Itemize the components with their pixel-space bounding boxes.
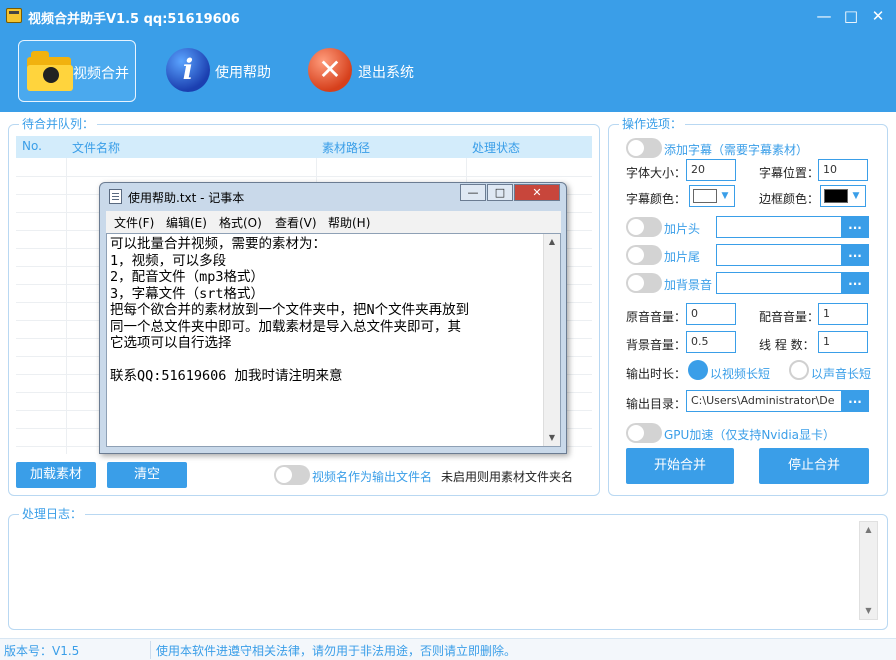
menu-view[interactable]: 查看(V) xyxy=(275,214,317,231)
menu-file[interactable]: 文件(F) xyxy=(114,214,154,231)
col-path[interactable]: 素材路径 xyxy=(322,139,370,156)
col-no[interactable]: No. xyxy=(22,139,42,153)
log-scrollbar[interactable]: ▲ ▼ xyxy=(859,521,878,620)
duration-audio-label: 以声音长短 xyxy=(811,367,872,381)
threads-label: 线 程 数： xyxy=(759,338,815,352)
intro-path-input[interactable] xyxy=(716,216,842,238)
subtitle-position-input[interactable]: 10 xyxy=(818,159,868,181)
scroll-down-icon[interactable]: ▼ xyxy=(860,603,877,619)
font-color-picker[interactable]: ▼ xyxy=(689,185,735,207)
help-button[interactable]: i 使用帮助 xyxy=(158,40,288,102)
orig-volume-input[interactable]: 0 xyxy=(686,303,736,325)
threads-input[interactable]: 1 xyxy=(818,331,868,353)
col-status[interactable]: 处理状态 xyxy=(472,139,520,156)
maximize-icon[interactable]: □ xyxy=(841,6,861,26)
border-color-swatch xyxy=(824,189,848,203)
minimize-icon[interactable]: — xyxy=(814,6,834,26)
intro-toggle-label: 加片头 xyxy=(664,222,701,236)
notepad-scrollbar[interactable]: ▲ ▼ xyxy=(543,234,560,446)
load-material-button[interactable]: 加载素材 xyxy=(16,462,96,488)
bgm-path-input[interactable] xyxy=(716,272,842,294)
clear-button[interactable]: 清空 xyxy=(107,462,187,488)
bgm-toggle[interactable] xyxy=(626,273,662,293)
scroll-down-icon[interactable]: ▼ xyxy=(544,430,560,446)
dub-volume-input[interactable]: 1 xyxy=(818,303,868,325)
outro-path-input[interactable] xyxy=(716,244,842,266)
notepad-content: 可以批量合并视频，需要的素材为： 1，视频，可以多段 2，配音文件（mp3格式） 3，… xyxy=(110,236,470,384)
chevron-down-icon: ▼ xyxy=(852,191,860,201)
queue-title: 待合并队列： xyxy=(19,117,98,131)
menu-format[interactable]: 格式(O) xyxy=(219,214,262,231)
merge-video-button[interactable]: 视频合并 xyxy=(18,40,136,102)
outro-toggle[interactable] xyxy=(626,245,662,265)
notepad-menubar: 文件(F) 编辑(E) 格式(O) 查看(V) 帮助(H) xyxy=(106,211,561,233)
gpu-toggle[interactable] xyxy=(626,423,662,443)
exit-button[interactable]: ✕ 退出系统 xyxy=(300,40,430,102)
outro-browse-button[interactable]: ... xyxy=(841,244,869,266)
scroll-up-icon[interactable]: ▲ xyxy=(544,234,560,250)
app-icon xyxy=(6,8,22,23)
help-label: 使用帮助 xyxy=(215,65,271,81)
notepad-minimize-icon[interactable]: — xyxy=(460,184,486,201)
queue-table-header: No. 文件名称 素材路径 处理状态 xyxy=(16,136,592,158)
legal-notice: 使用本软件进遵守相关法律，请勿用于非法用途，否则请立即删除。 xyxy=(156,644,517,658)
bg-volume-input[interactable]: 0.5 xyxy=(686,331,736,353)
border-color-label: 边框颜色： xyxy=(759,192,820,206)
subtitle-position-label: 字幕位置： xyxy=(759,166,820,180)
font-size-label: 字体大小： xyxy=(626,166,687,180)
bgm-browse-button[interactable]: ... xyxy=(841,272,869,294)
font-size-input[interactable]: 20 xyxy=(686,159,736,181)
font-color-label: 字幕颜色： xyxy=(626,192,687,206)
merge-video-label: 视频合并 xyxy=(73,66,129,82)
notepad-close-icon[interactable]: ✕ xyxy=(514,184,560,201)
exit-label: 退出系统 xyxy=(358,65,414,81)
title-bar: 视频合并助手V1.5 qq:51619606 — □ ✕ xyxy=(0,0,896,32)
font-color-swatch xyxy=(693,189,717,203)
window-title: 视频合并助手V1.5 qq:51619606 xyxy=(28,12,240,27)
video-folder-icon xyxy=(27,51,73,91)
bg-volume-label: 背景音量： xyxy=(626,338,687,352)
intro-browse-button[interactable]: ... xyxy=(841,216,869,238)
log-text-area[interactable] xyxy=(12,521,858,620)
start-merge-button[interactable]: 开始合并 xyxy=(626,448,734,484)
dub-volume-label: 配音音量： xyxy=(759,310,820,324)
notepad-window[interactable]: 使用帮助.txt - 记事本 — □ ✕ 文件(F) 编辑(E) 格式(O) 查… xyxy=(99,182,567,454)
duration-audio-radio[interactable] xyxy=(789,360,809,380)
duration-label: 输出时长： xyxy=(626,367,687,381)
bgm-toggle-label: 加背景音 xyxy=(664,278,713,292)
main-toolbar: 视频合并 i 使用帮助 ✕ 退出系统 xyxy=(0,32,896,112)
notepad-text-area[interactable]: 可以批量合并视频，需要的素材为： 1，视频，可以多段 2，配音文件（mp3格式） 3，… xyxy=(106,233,561,447)
video-name-note: 未启用则用素材文件夹名 xyxy=(441,470,574,484)
duration-video-label: 以视频长短 xyxy=(710,367,771,381)
menu-edit[interactable]: 编辑(E) xyxy=(166,214,207,231)
log-title: 处理日志： xyxy=(19,507,86,521)
gpu-toggle-label: GPU加速（仅支持Nvidia显卡） xyxy=(664,428,836,442)
status-bar: 版本号：V1.5 使用本软件进遵守相关法律，请勿用于非法用途，否则请立即删除。 xyxy=(0,638,896,660)
notepad-icon xyxy=(109,189,122,204)
video-name-toggle-label: 视频名作为输出文件名 xyxy=(312,470,433,484)
col-filename[interactable]: 文件名称 xyxy=(72,139,120,156)
info-icon: i xyxy=(166,48,210,92)
exit-icon: ✕ xyxy=(308,48,352,92)
orig-volume-label: 原音音量： xyxy=(626,310,687,324)
intro-toggle[interactable] xyxy=(626,217,662,237)
outdir-label: 输出目录： xyxy=(626,397,687,411)
notepad-title: 使用帮助.txt - 记事本 xyxy=(128,191,245,205)
duration-video-radio[interactable] xyxy=(688,360,708,380)
notepad-maximize-icon[interactable]: □ xyxy=(487,184,513,201)
border-color-picker[interactable]: ▼ xyxy=(820,185,866,207)
version-text: 版本号：V1.5 xyxy=(4,644,80,658)
subtitle-toggle-label: 添加字幕（需要字幕素材） xyxy=(664,143,809,157)
menu-help[interactable]: 帮助(H) xyxy=(328,214,370,231)
options-title: 操作选项： xyxy=(619,117,686,131)
chevron-down-icon: ▼ xyxy=(721,191,729,201)
stop-merge-button[interactable]: 停止合并 xyxy=(759,448,869,484)
outdir-input[interactable]: C:\Users\Administrator\De xyxy=(686,390,842,412)
scroll-up-icon[interactable]: ▲ xyxy=(860,522,877,538)
video-name-toggle[interactable] xyxy=(274,465,310,485)
close-icon[interactable]: ✕ xyxy=(868,6,888,26)
outdir-browse-button[interactable]: ... xyxy=(841,390,869,412)
subtitle-toggle[interactable] xyxy=(626,138,662,158)
outro-toggle-label: 加片尾 xyxy=(664,250,701,264)
